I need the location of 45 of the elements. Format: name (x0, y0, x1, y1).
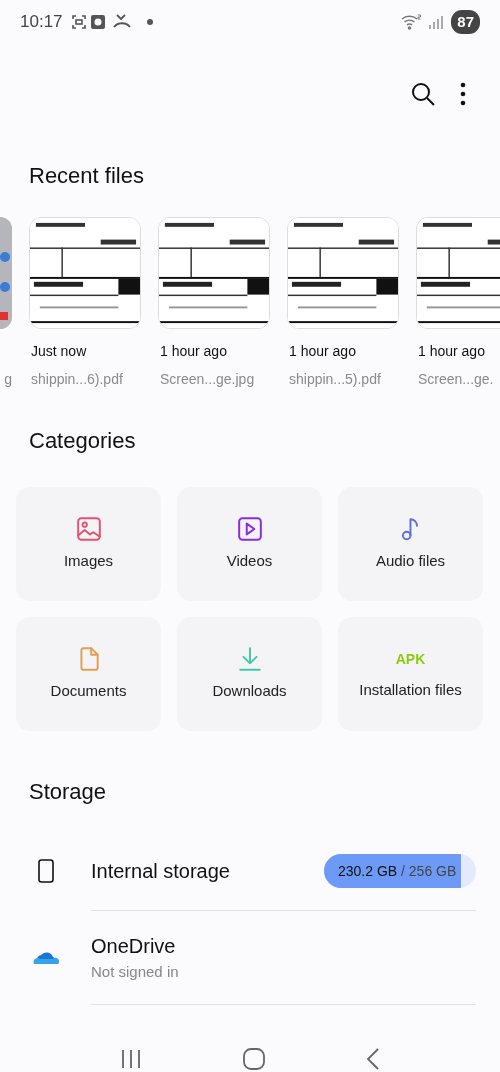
category-tile[interactable]: Videos (177, 487, 322, 601)
section-title: Categories (28, 427, 136, 455)
category-label: Installation files (359, 679, 462, 700)
more-options-icon[interactable] (460, 82, 466, 106)
storage-row[interactable]: Internal storage 230.2 GB / 256 GB (0, 831, 500, 911)
dot-icon (146, 19, 153, 25)
cloud-icon (33, 950, 59, 966)
section-title: Recent files (28, 163, 144, 190)
home-icon[interactable] (243, 1048, 265, 1070)
file-time: 1 hour ago (289, 343, 356, 359)
signal-icon (429, 15, 444, 29)
category-tile[interactable]: Documents (16, 617, 161, 731)
section-title: Storage (28, 778, 107, 806)
file-time: Just now (31, 343, 87, 359)
category-label: Documents (50, 680, 127, 701)
file-time: 1 hour ago (160, 343, 227, 359)
apk-icon: APK (395, 646, 426, 671)
total-amount: / 256 GB (401, 862, 457, 879)
category-label: Downloads (212, 680, 287, 701)
battery-indicator: 87 (451, 9, 480, 35)
recent-apps-icon[interactable] (120, 1049, 143, 1069)
file-name: shippin...5).pdf (289, 371, 381, 387)
file-time: 1 hour ago (418, 343, 485, 359)
search-icon[interactable] (410, 81, 436, 107)
category-label: Videos (226, 550, 273, 571)
file-name: shippin...6).pdf (31, 371, 123, 387)
category-tile[interactable]: Downloads (177, 617, 322, 731)
wifi-icon (401, 14, 422, 30)
clock: 10:17 (20, 11, 63, 34)
file-name: Screen...ge.jpg (160, 371, 255, 387)
screenshot-icon (70, 14, 87, 30)
file-name: g (4, 371, 12, 387)
category-label: Images (63, 550, 114, 571)
used-amount: 230.2 GB (338, 862, 398, 879)
back-icon[interactable] (365, 1048, 380, 1070)
storage-name: Internal storage (91, 858, 230, 884)
category-tile[interactable]: Images (16, 487, 161, 601)
category-tile[interactable]: Audio files (338, 487, 483, 601)
file-name: Screen...ge. (418, 371, 494, 387)
storage-name: OneDrive (91, 934, 177, 960)
phone-icon (38, 859, 54, 883)
category-tile[interactable]: APK Installation files (338, 617, 483, 731)
category-label: Audio files (375, 550, 446, 571)
storage-status: Not signed in (91, 962, 179, 983)
storage-row[interactable]: OneDrive Not signed in (0, 911, 500, 1005)
